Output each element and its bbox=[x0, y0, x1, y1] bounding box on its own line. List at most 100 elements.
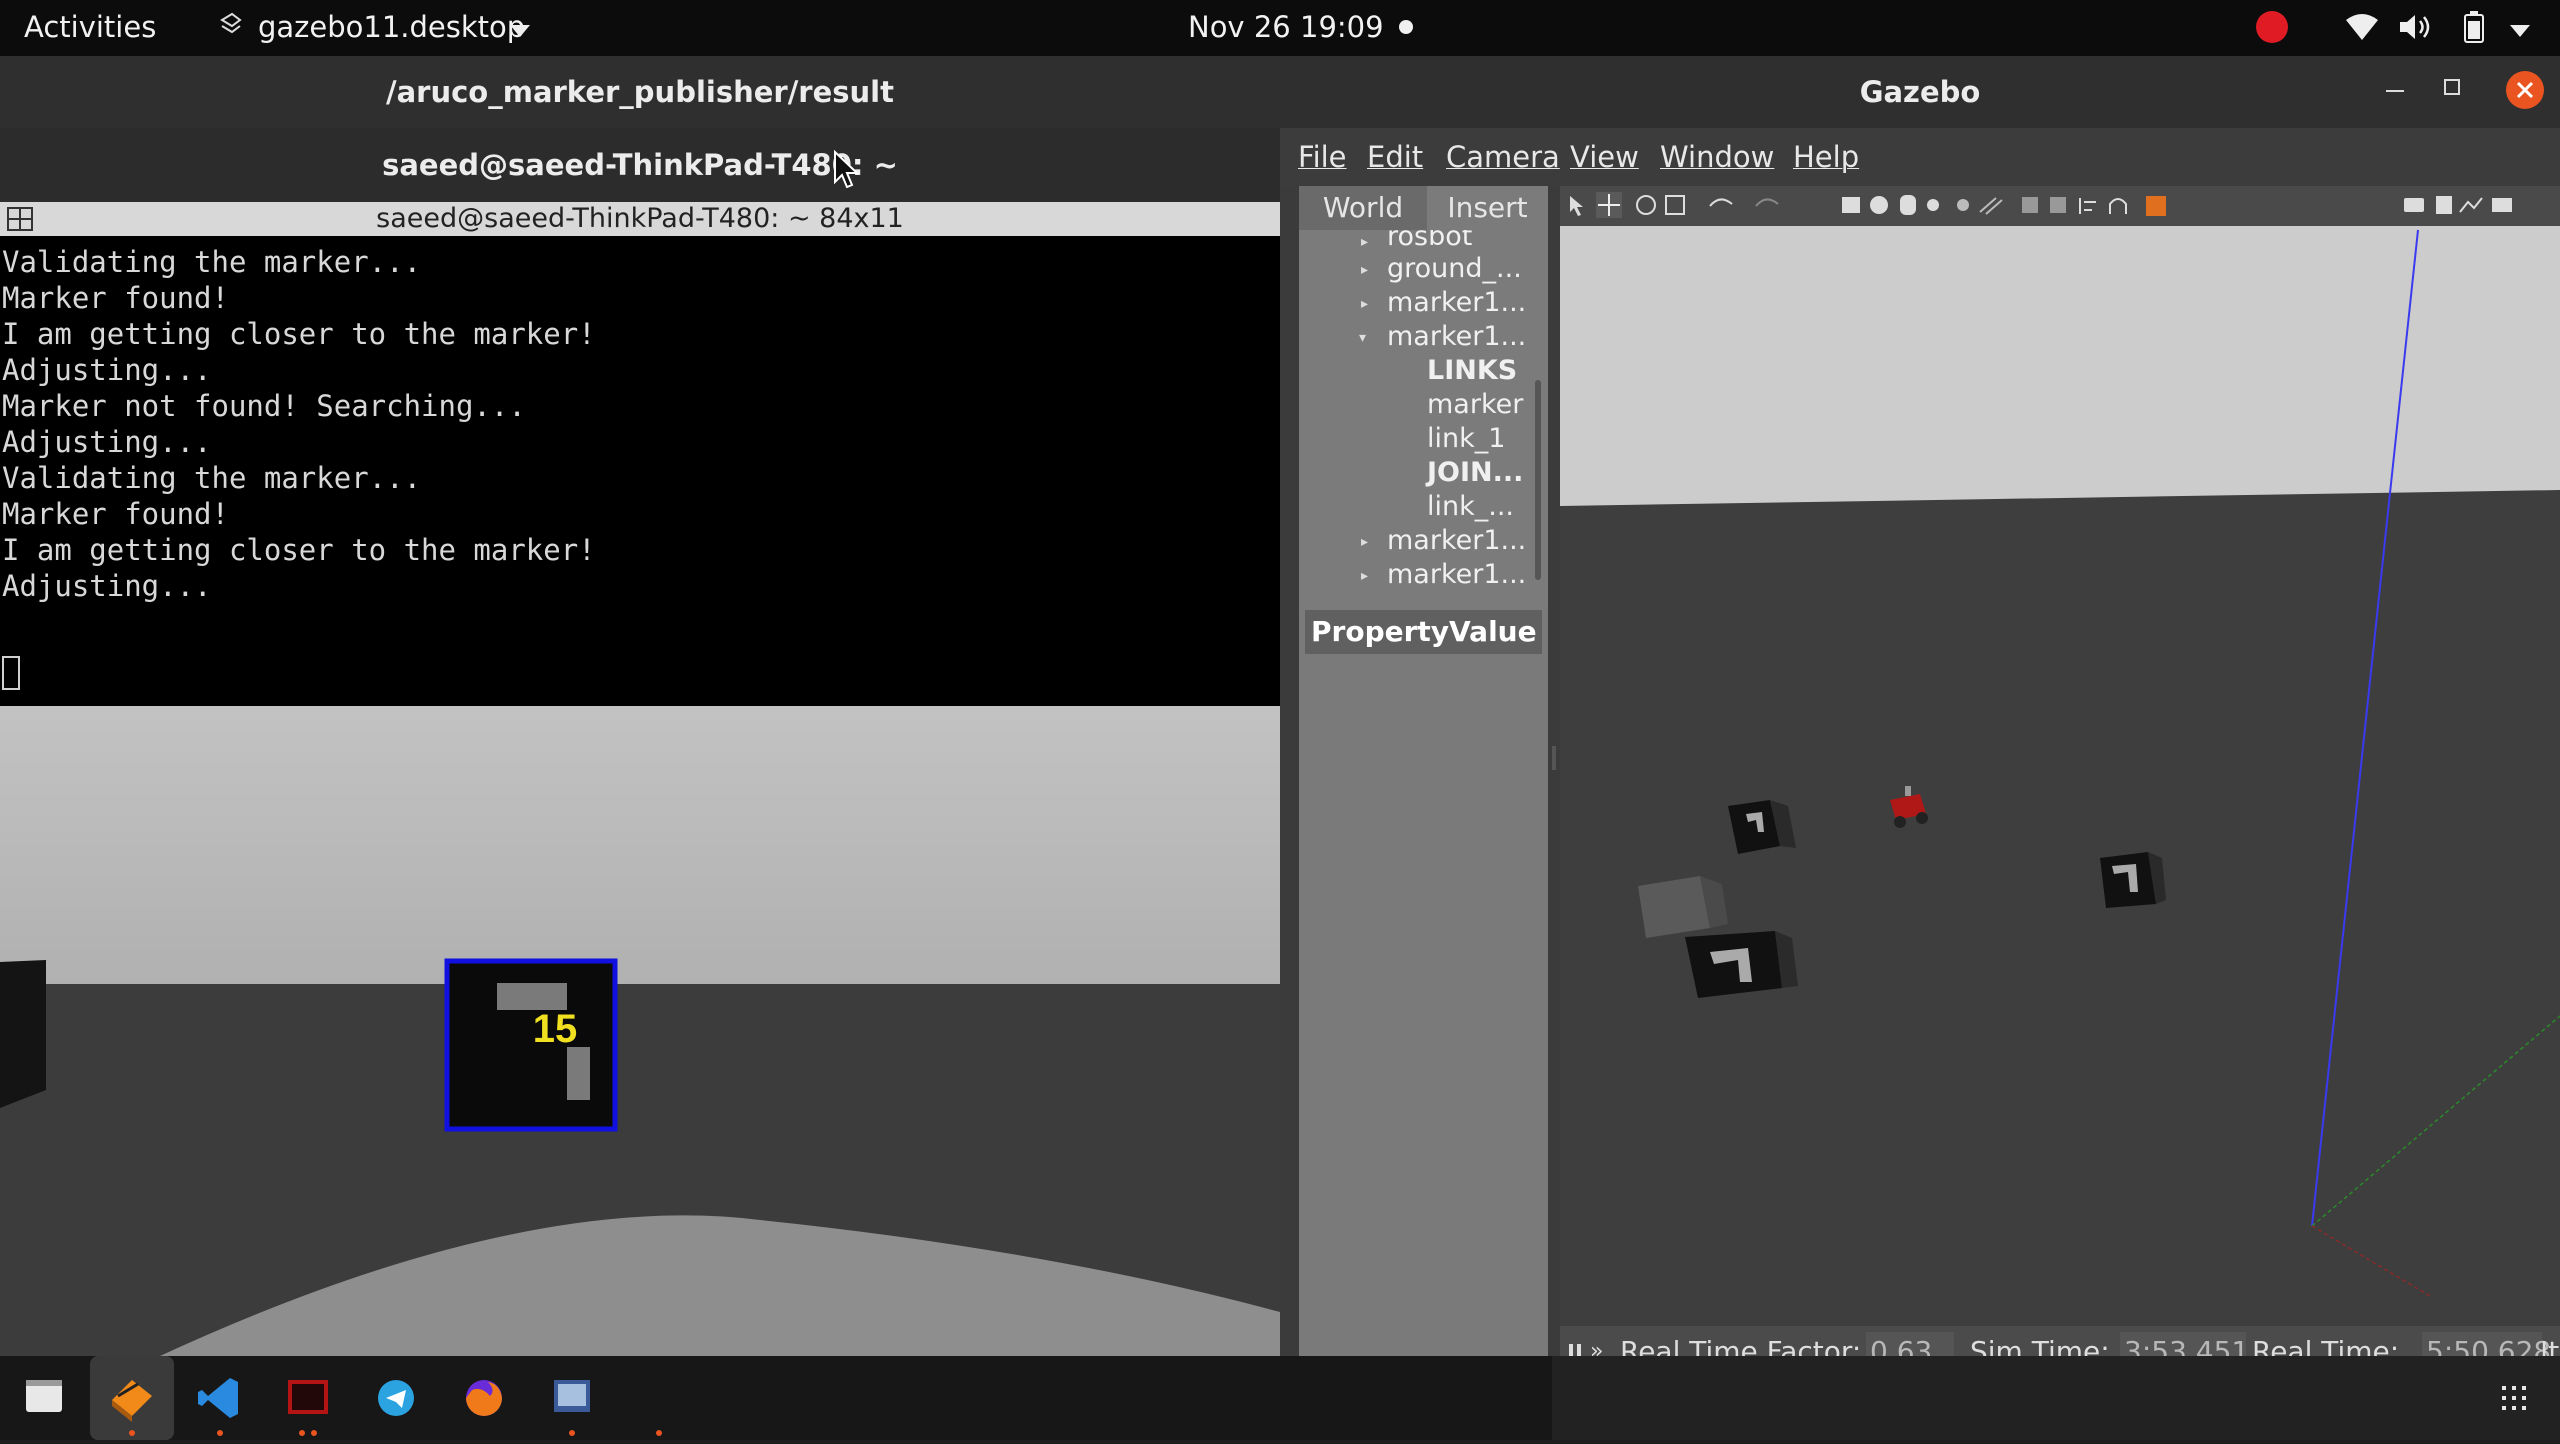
dock-telegram-app[interactable] bbox=[354, 1356, 438, 1440]
directional-light-icon[interactable] bbox=[1979, 197, 2003, 215]
terminal-cursor bbox=[2, 656, 20, 690]
expand-arrow-icon[interactable]: ▸ bbox=[1361, 262, 1368, 278]
tree-group-joints[interactable]: JOIN... bbox=[1427, 456, 1523, 490]
terminal-line: Adjusting... bbox=[2, 353, 212, 387]
dock-empty-area bbox=[1552, 1356, 2560, 1440]
screenshot-icon[interactable] bbox=[2404, 198, 2424, 212]
mouse-pointer-icon bbox=[833, 149, 860, 194]
video-record-icon[interactable] bbox=[2492, 198, 2512, 212]
copy-icon[interactable] bbox=[2022, 197, 2038, 213]
tree-item-ground[interactable]: ground_... bbox=[1387, 252, 1522, 286]
expand-arrow-icon[interactable]: ▸ bbox=[1361, 234, 1368, 250]
rotate-mode-icon[interactable] bbox=[1636, 195, 1656, 215]
paste-icon[interactable] bbox=[2050, 197, 2066, 213]
marker-id-label: 15 bbox=[533, 1007, 578, 1051]
box-shape-icon[interactable] bbox=[1842, 197, 1860, 213]
terminal-line: Marker found! bbox=[2, 281, 229, 315]
app-menu-chevron-down-icon[interactable] bbox=[510, 22, 530, 41]
wifi-icon[interactable] bbox=[2345, 12, 2379, 46]
activities-button[interactable]: Activities bbox=[24, 10, 156, 44]
dock-terminator-app[interactable] bbox=[266, 1356, 350, 1440]
menu-file[interactable]: File bbox=[1298, 128, 1347, 186]
terminal-output[interactable]: Validating the marker... Marker found! I… bbox=[0, 236, 1280, 706]
battery-icon[interactable] bbox=[2463, 11, 2485, 47]
tree-item-marker[interactable]: marker1... bbox=[1387, 524, 1526, 558]
clock-time[interactable]: 19:09 bbox=[1300, 10, 1384, 44]
scale-mode-icon[interactable] bbox=[1665, 195, 1685, 215]
translate-mode-icon[interactable] bbox=[1596, 192, 1622, 218]
close-button[interactable] bbox=[2506, 71, 2544, 109]
gazebo-menu-bar: File Edit Camera View Window Help bbox=[1280, 128, 2560, 186]
dock-firefox-app[interactable] bbox=[442, 1356, 526, 1440]
terminal-line: I am getting closer to the marker! bbox=[2, 317, 596, 351]
tree-item-joint[interactable]: link_... bbox=[1427, 490, 1514, 524]
collapse-arrow-icon[interactable]: ▾ bbox=[1359, 330, 1366, 346]
clock-date[interactable]: Nov 26 bbox=[1188, 10, 1291, 44]
plot-icon[interactable] bbox=[2459, 197, 2483, 213]
tree-item-marker-expanded[interactable]: marker1... bbox=[1387, 320, 1526, 354]
system-menu-chevron-down-icon[interactable] bbox=[2510, 22, 2530, 41]
world-tree: ▸ rosbot ▸ ground_... ▸ marker1... ▾ mar… bbox=[1299, 230, 1548, 610]
result-window-title: /aruco_marker_publisher/result bbox=[386, 75, 894, 109]
menu-camera[interactable]: Camera bbox=[1446, 128, 1560, 186]
menu-view[interactable]: View bbox=[1570, 128, 1639, 186]
point-light-icon[interactable] bbox=[1927, 199, 1939, 211]
show-applications-button[interactable] bbox=[2472, 1356, 2556, 1440]
terminal-line: Adjusting... bbox=[2, 425, 212, 459]
top-bar: Activities gazebo11.desktop Nov 26 19:09 bbox=[0, 0, 2560, 56]
screen-record-icon[interactable] bbox=[2256, 11, 2288, 43]
menu-window[interactable]: Window bbox=[1660, 128, 1774, 186]
taskbar-dock bbox=[0, 1356, 2560, 1440]
dock-gazebo-app[interactable] bbox=[90, 1356, 174, 1440]
expand-arrow-icon[interactable]: ▸ bbox=[1361, 296, 1368, 312]
tab-insert[interactable]: Insert bbox=[1427, 186, 1548, 230]
cylinder-shape-icon[interactable] bbox=[1900, 195, 1916, 215]
marker-box-2 bbox=[1685, 931, 1798, 998]
change-view-icon[interactable] bbox=[2146, 196, 2166, 216]
expand-arrow-icon[interactable]: ▸ bbox=[1361, 568, 1368, 584]
spot-light-icon[interactable] bbox=[1957, 199, 1969, 211]
tree-item-link-1[interactable]: link_1 bbox=[1427, 422, 1505, 456]
tree-item-link-marker[interactable]: marker bbox=[1427, 388, 1523, 422]
tree-item-marker[interactable]: marker1... bbox=[1387, 286, 1526, 320]
menu-edit[interactable]: Edit bbox=[1367, 128, 1423, 186]
tree-item-rosbot[interactable]: rosbot bbox=[1387, 230, 1472, 254]
log-icon[interactable] bbox=[2436, 196, 2452, 214]
redo-icon[interactable] bbox=[1755, 198, 1779, 207]
running-indicator bbox=[299, 1430, 305, 1436]
terminal-subtitle-bar: saeed@saeed-ThinkPad-T480: ~ 84x11 bbox=[0, 202, 1280, 236]
result-title-bar[interactable]: /aruco_marker_publisher/result bbox=[0, 56, 1280, 129]
terminal-title-bar[interactable]: saeed@saeed-ThinkPad-T480: ~ bbox=[0, 128, 1280, 202]
scene-viewport[interactable] bbox=[1560, 186, 2560, 1378]
tab-world[interactable]: World bbox=[1299, 186, 1427, 230]
minimize-icon[interactable] bbox=[2386, 90, 2404, 92]
maximize-icon[interactable] bbox=[2444, 79, 2460, 95]
dock-files-app[interactable] bbox=[2, 1356, 86, 1440]
running-indicator bbox=[129, 1430, 135, 1436]
app-menu-label[interactable]: gazebo11.desktop bbox=[258, 10, 525, 44]
tree-item-marker[interactable]: marker1... bbox=[1387, 558, 1526, 592]
select-mode-icon[interactable] bbox=[1570, 196, 1583, 216]
terminal-window-title: saeed@saeed-ThinkPad-T480: ~ bbox=[382, 148, 898, 182]
terminal-line: I am getting closer to the marker! bbox=[2, 533, 596, 567]
camera-scene: 15 bbox=[0, 650, 1280, 1356]
running-indicator bbox=[569, 1430, 575, 1436]
gazebo-title-bar[interactable]: Gazebo bbox=[1280, 56, 2560, 128]
dock-vscode-app[interactable] bbox=[178, 1356, 262, 1440]
tree-scrollbar[interactable] bbox=[1535, 380, 1541, 580]
gazebo-icon bbox=[112, 1380, 152, 1422]
camera-image-view: 15 bbox=[0, 650, 1280, 1356]
align-icon[interactable] bbox=[2079, 198, 2096, 214]
firefox-icon bbox=[466, 1380, 502, 1416]
property-value-header: PropertyValue bbox=[1305, 610, 1542, 654]
volume-icon[interactable] bbox=[2398, 12, 2434, 46]
tree-group-links[interactable]: LINKS bbox=[1427, 354, 1517, 388]
expand-arrow-icon[interactable]: ▸ bbox=[1361, 534, 1368, 550]
telegram-icon bbox=[378, 1380, 414, 1416]
sphere-shape-icon[interactable] bbox=[1870, 196, 1888, 214]
panel-splitter-handle[interactable] bbox=[1552, 746, 1556, 770]
snap-icon[interactable] bbox=[2109, 198, 2127, 214]
undo-icon[interactable] bbox=[1709, 198, 1733, 207]
menu-help[interactable]: Help bbox=[1793, 128, 1859, 186]
dock-rviz-app[interactable] bbox=[530, 1356, 614, 1440]
